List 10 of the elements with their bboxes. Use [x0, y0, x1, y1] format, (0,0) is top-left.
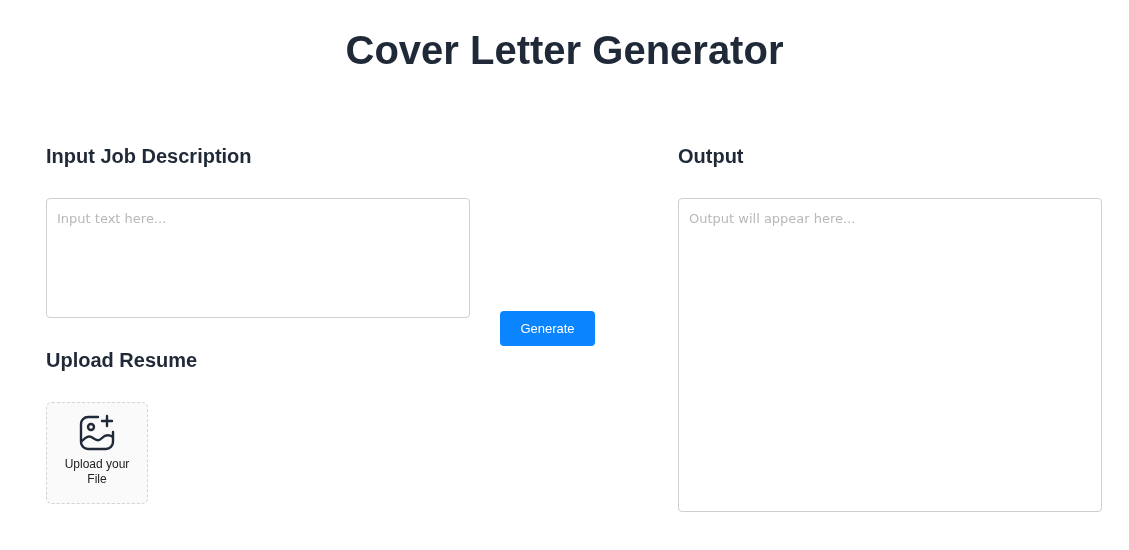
- section-heading: Input Job Description: [46, 144, 253, 168]
- output-field[interactable]: Output will appear here...: [678, 198, 1102, 512]
- section-heading: Upload Resume: [46, 348, 199, 372]
- section-heading: Output: [678, 144, 745, 168]
- page-title: Cover Letter Generator: [345, 27, 784, 73]
- upload-label: Upload your File: [63, 457, 131, 487]
- upload-file-button[interactable]: Upload your File: [46, 402, 148, 504]
- generate-button[interactable]: Generate: [500, 311, 595, 346]
- job-description-field[interactable]: Input text here...: [46, 198, 470, 318]
- image-add-icon: [78, 414, 116, 452]
